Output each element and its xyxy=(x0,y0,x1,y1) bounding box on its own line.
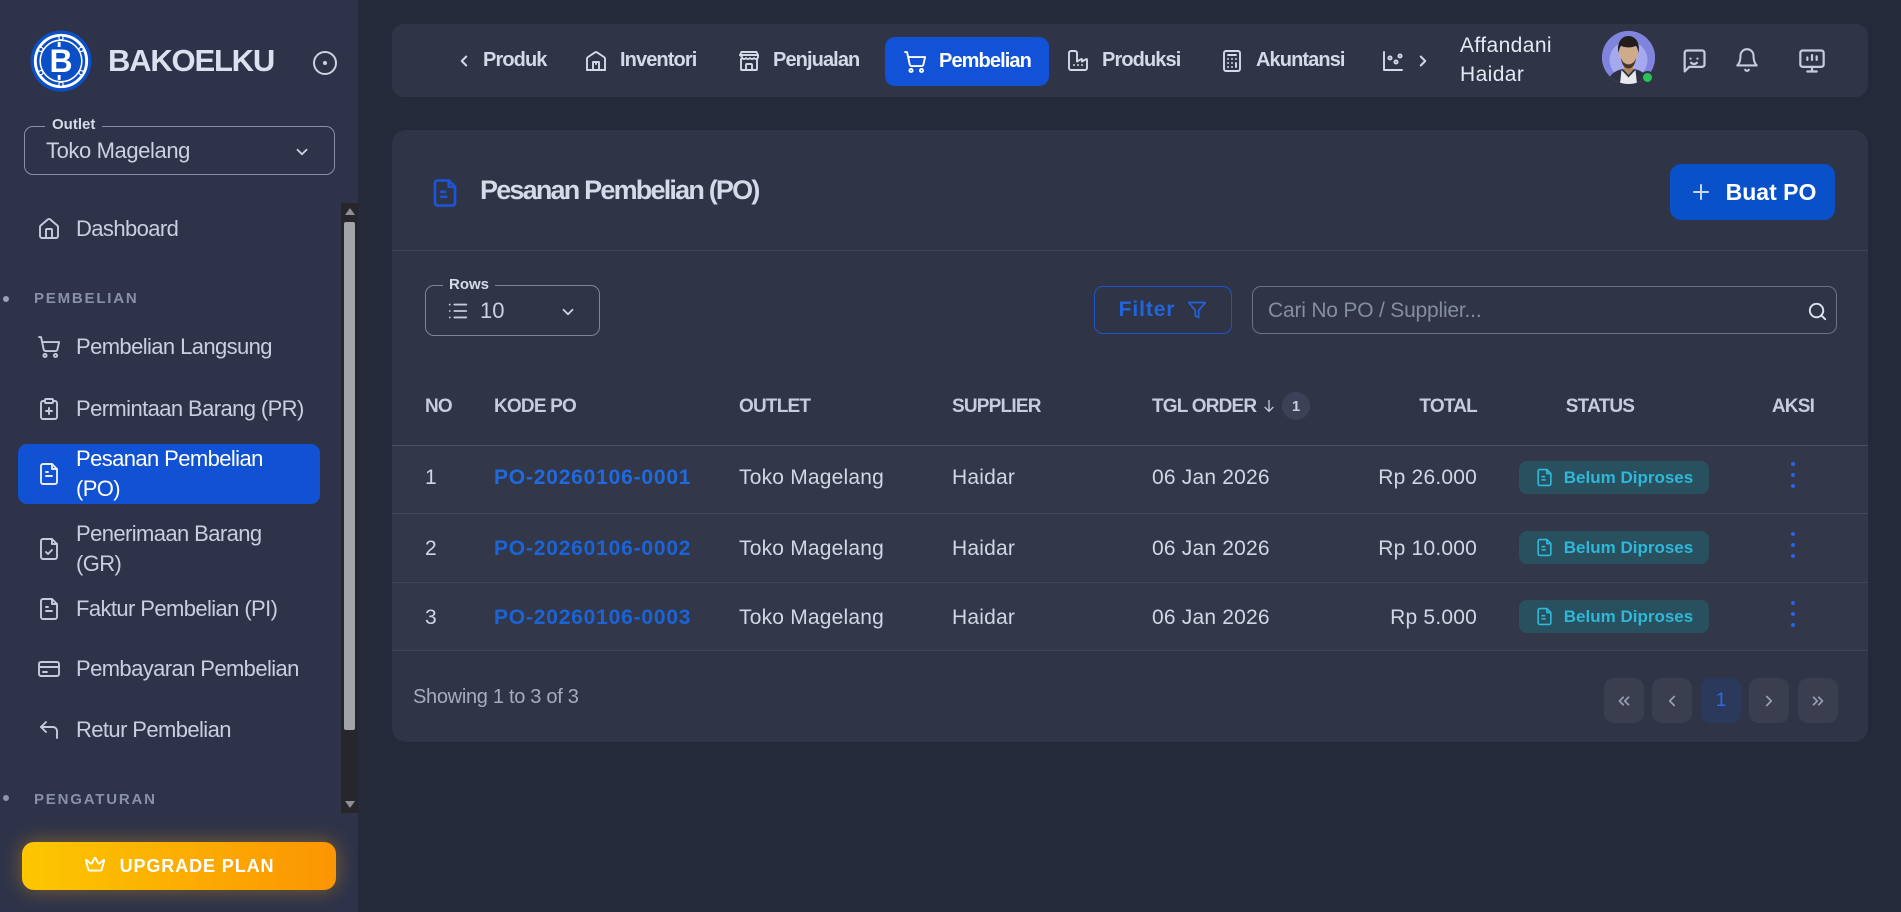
svg-text:B: B xyxy=(49,43,72,79)
